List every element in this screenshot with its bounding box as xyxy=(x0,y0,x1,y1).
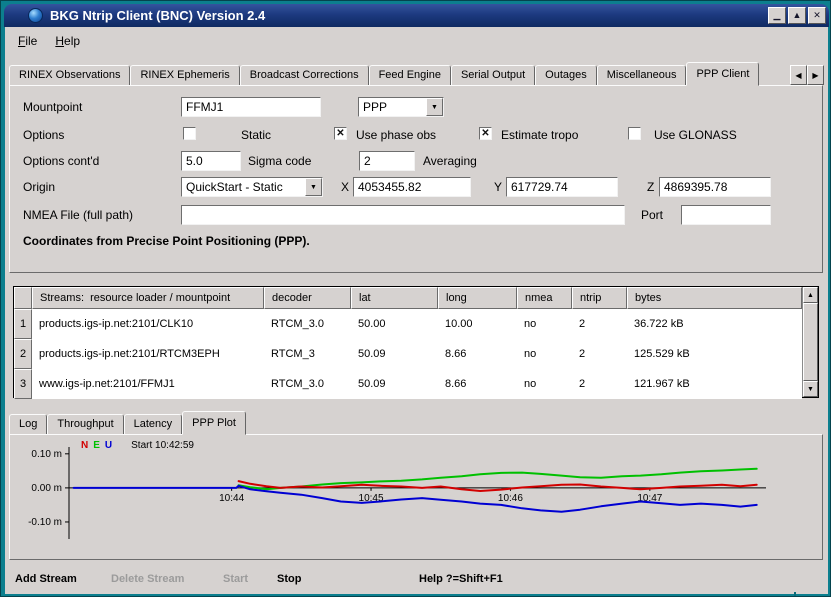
table-cell: products.igs-ip.net:2101/RTCM3EPH xyxy=(32,339,264,369)
scrollbar-thumb[interactable] xyxy=(803,303,818,381)
scroll-down-button[interactable]: ▼ xyxy=(803,381,818,397)
ppp-client-panel xyxy=(9,85,823,273)
column-header-streams-resource-loader-mountpoint[interactable]: Streams: resource loader / mountpoint xyxy=(32,287,264,309)
top-tabbar: RINEX ObservationsRINEX EphemerisBroadca… xyxy=(9,61,759,85)
table-cell: no xyxy=(517,339,572,369)
svg-text:0.00 m: 0.00 m xyxy=(31,483,62,494)
table-cell: products.igs-ip.net:2101/CLK10 xyxy=(32,309,264,339)
row-number[interactable]: 2 xyxy=(14,339,32,369)
column-header-lat[interactable]: lat xyxy=(351,287,438,309)
tab-outages[interactable]: Outages xyxy=(535,65,597,85)
client-area: FileHelp RINEX ObservationsRINEX Ephemer… xyxy=(5,27,828,594)
table-cell: 2 xyxy=(572,309,627,339)
ppp-plot: 0.10 m0.00 m-0.10 m10:4410:4510:4610:47 xyxy=(25,437,785,553)
table-corner-cell xyxy=(14,287,32,309)
tab-miscellaneous[interactable]: Miscellaneous xyxy=(597,65,687,85)
tab-feed-engine[interactable]: Feed Engine xyxy=(369,65,451,85)
minimize-button[interactable]: ▁ xyxy=(768,7,786,24)
maximize-button[interactable]: ▲ xyxy=(788,7,806,24)
titlebar[interactable]: BKG Ntrip Client (BNC) Version 2.4 ▁ ▲ ✕ xyxy=(4,4,829,27)
bottom-tab-log[interactable]: Log xyxy=(9,414,47,434)
minimize-icon: ▁ xyxy=(774,11,781,20)
table-cell: 125.529 kB xyxy=(627,339,802,369)
table-cell: 8.66 xyxy=(438,369,517,399)
row-number[interactable]: 3 xyxy=(14,369,32,399)
scroll-up-button[interactable]: ▲ xyxy=(803,287,818,303)
tab-scroll-left-button[interactable]: ◀ xyxy=(790,65,807,85)
table-cell: www.igs-ip.net:2101/FFMJ1 xyxy=(32,369,264,399)
svg-text:10:46: 10:46 xyxy=(498,493,523,504)
row-number[interactable]: 1 xyxy=(14,309,32,339)
stream-row-2[interactable]: 2products.igs-ip.net:2101/RTCM3EPHRTCM_3… xyxy=(14,339,802,369)
plot-start-time: Start 10:42:59 xyxy=(131,440,194,451)
tab-broadcast-corrections[interactable]: Broadcast Corrections xyxy=(240,65,369,85)
bottom-tab-throughput[interactable]: Throughput xyxy=(47,414,123,434)
tab-scroll-right-button[interactable]: ▶ xyxy=(807,65,824,85)
resize-grip[interactable] xyxy=(794,592,796,596)
add-stream-button[interactable]: Add Stream xyxy=(15,573,77,585)
column-header-bytes[interactable]: bytes xyxy=(627,287,802,309)
stop-button[interactable]: Stop xyxy=(277,573,301,585)
close-icon: ✕ xyxy=(813,11,821,20)
triangle-down-icon: ▼ xyxy=(807,386,814,393)
table-cell: 50.09 xyxy=(351,369,438,399)
menu-help[interactable]: Help xyxy=(46,32,89,50)
tab-rinex-observations[interactable]: RINEX Observations xyxy=(9,65,130,85)
start-button: Start xyxy=(223,573,248,585)
table-cell: 50.00 xyxy=(351,309,438,339)
bottom-tab-latency[interactable]: Latency xyxy=(124,414,183,434)
app-icon[interactable] xyxy=(28,8,43,23)
bottom-tab-ppp-plot[interactable]: PPP Plot xyxy=(182,411,246,435)
window-controls: ▁ ▲ ✕ xyxy=(768,7,826,24)
stream-row-3[interactable]: 3www.igs-ip.net:2101/FFMJ1RTCM_3.050.098… xyxy=(14,369,802,399)
triangle-up-icon: ▲ xyxy=(807,292,814,299)
streams-scrollbar[interactable]: ▲ ▼ xyxy=(802,287,818,397)
column-header-nmea[interactable]: nmea xyxy=(517,287,572,309)
close-button[interactable]: ✕ xyxy=(808,7,826,24)
window-title: BKG Ntrip Client (BNC) Version 2.4 xyxy=(50,8,265,23)
table-cell: 50.09 xyxy=(351,339,438,369)
legend-u: U xyxy=(105,440,112,451)
maximize-icon: ▲ xyxy=(793,11,802,20)
column-header-decoder[interactable]: decoder xyxy=(264,287,351,309)
table-cell: 2 xyxy=(572,339,627,369)
svg-text:0.10 m: 0.10 m xyxy=(31,449,62,460)
table-cell: no xyxy=(517,369,572,399)
streams-table-body: 1products.igs-ip.net:2101/CLK10RTCM_3.05… xyxy=(14,309,818,399)
table-cell: RTCM_3 xyxy=(264,339,351,369)
legend-n: N xyxy=(81,440,88,451)
table-cell: 8.66 xyxy=(438,339,517,369)
bottom-tabbar: LogThroughputLatencyPPP Plot xyxy=(9,410,246,434)
table-cell: 36.722 kB xyxy=(627,309,802,339)
table-cell: 10.00 xyxy=(438,309,517,339)
streams-table-header: Streams: resource loader / mountpointdec… xyxy=(14,287,802,309)
table-cell: 2 xyxy=(572,369,627,399)
legend-e: E xyxy=(93,440,100,451)
table-cell: RTCM_3.0 xyxy=(264,369,351,399)
svg-text:10:44: 10:44 xyxy=(219,493,244,504)
streams-table: Streams: resource loader / mountpointdec… xyxy=(13,286,819,398)
menubar: FileHelp xyxy=(9,31,89,51)
bnc-window: BKG Ntrip Client (BNC) Version 2.4 ▁ ▲ ✕ F… xyxy=(0,0,831,597)
plot-legend: NEU Start 10:42:59 xyxy=(81,440,194,451)
table-cell: RTCM_3.0 xyxy=(264,309,351,339)
chevron-left-icon: ◀ xyxy=(795,71,801,80)
tab-serial-output[interactable]: Serial Output xyxy=(451,65,535,85)
help-button[interactable]: Help ?=Shift+F1 xyxy=(419,573,503,585)
menu-file[interactable]: File xyxy=(9,32,46,50)
tab-rinex-ephemeris[interactable]: RINEX Ephemeris xyxy=(130,65,239,85)
chevron-right-icon: ▶ xyxy=(812,71,818,80)
table-cell: 121.967 kB xyxy=(627,369,802,399)
delete-stream-button: Delete Stream xyxy=(111,573,184,585)
table-cell: no xyxy=(517,309,572,339)
svg-text:-0.10 m: -0.10 m xyxy=(28,517,62,528)
stream-row-1[interactable]: 1products.igs-ip.net:2101/CLK10RTCM_3.05… xyxy=(14,309,802,339)
column-header-long[interactable]: long xyxy=(438,287,517,309)
column-header-ntrip[interactable]: ntrip xyxy=(572,287,627,309)
tab-ppp-client[interactable]: PPP Client xyxy=(686,62,759,86)
